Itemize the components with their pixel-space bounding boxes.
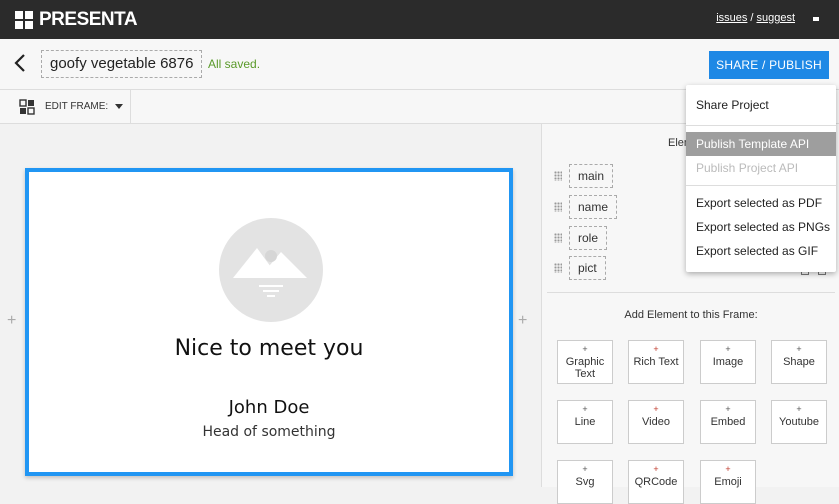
tile-label: Image bbox=[712, 356, 744, 368]
element-row[interactable]: name bbox=[554, 195, 618, 219]
frame-layout-icon[interactable] bbox=[19, 99, 35, 115]
element-row[interactable]: pict bbox=[554, 256, 606, 280]
tile-label: Youtube bbox=[779, 416, 819, 428]
plus-icon: + bbox=[725, 464, 731, 474]
add-graphic-text-button[interactable]: + Graphic Text bbox=[557, 340, 613, 384]
element-row[interactable]: main bbox=[554, 164, 614, 188]
frame-card[interactable]: Nice to meet you John Doe Head of someth… bbox=[25, 168, 513, 476]
menu-separator bbox=[686, 185, 836, 186]
plus-icon: + bbox=[796, 344, 802, 354]
drag-handle-icon[interactable] bbox=[554, 233, 562, 243]
add-rich-text-button[interactable]: + Rich Text bbox=[628, 340, 684, 384]
logo-grid-icon bbox=[15, 11, 33, 29]
add-emoji-button[interactable]: + Emoji bbox=[700, 460, 756, 504]
tile-label: Graphic Text bbox=[565, 356, 605, 380]
canvas-area: + + Nice to meet you John Doe Head of so… bbox=[0, 124, 541, 487]
menu-item-share-project[interactable]: Share Project bbox=[686, 93, 836, 117]
edit-frame-dropdown[interactable]: EDIT FRAME: bbox=[45, 101, 123, 112]
image-placeholder-icon bbox=[233, 248, 307, 297]
top-bar: PRESENTA issues / suggest bbox=[0, 0, 839, 39]
plus-icon: + bbox=[582, 344, 588, 354]
add-frame-before-button[interactable]: + bbox=[7, 312, 16, 330]
tile-label: Rich Text bbox=[633, 356, 679, 368]
picture-placeholder[interactable] bbox=[219, 218, 323, 322]
drag-handle-icon[interactable] bbox=[554, 171, 562, 181]
tile-label: Embed bbox=[710, 416, 746, 428]
plus-icon: + bbox=[653, 404, 659, 414]
menu-item-publish-template-api[interactable]: Publish Template API bbox=[686, 132, 836, 156]
back-arrow-icon[interactable] bbox=[14, 53, 26, 73]
caret-down-icon bbox=[114, 103, 123, 109]
add-shape-button[interactable]: + Shape bbox=[771, 340, 827, 384]
plus-icon: + bbox=[725, 404, 731, 414]
plus-icon: + bbox=[796, 404, 802, 414]
tile-label: Video bbox=[642, 416, 670, 428]
tile-label: Shape bbox=[783, 356, 815, 368]
add-qrcode-button[interactable]: + QRCode bbox=[628, 460, 684, 504]
issues-link[interactable]: issues bbox=[716, 12, 747, 24]
project-header: goofy vegetable 6876 All saved. SHARE / … bbox=[0, 39, 839, 90]
toolbar-divider bbox=[130, 90, 131, 124]
tile-label: Svg bbox=[575, 476, 595, 488]
save-status: All saved. bbox=[208, 57, 261, 71]
add-youtube-button[interactable]: + Youtube bbox=[771, 400, 827, 444]
menu-item-publish-project-api: Publish Project API bbox=[696, 161, 799, 175]
add-image-button[interactable]: + Image bbox=[700, 340, 756, 384]
links-separator: / bbox=[750, 12, 754, 24]
share-publish-button[interactable]: SHARE / PUBLISH bbox=[709, 51, 829, 79]
tile-label: Line bbox=[574, 416, 596, 428]
add-embed-button[interactable]: + Embed bbox=[700, 400, 756, 444]
share-dropdown-menu: Share Project Publish Template API Publi… bbox=[686, 85, 836, 272]
tile-label: Emoji bbox=[714, 476, 742, 488]
menu-item-export-pngs[interactable]: Export selected as PNGs bbox=[686, 215, 836, 239]
plus-icon: + bbox=[582, 404, 588, 414]
card-name[interactable]: John Doe bbox=[29, 397, 509, 418]
plus-icon: + bbox=[725, 344, 731, 354]
menu-item-export-gif[interactable]: Export selected as GIF bbox=[686, 239, 836, 263]
add-frame-after-button[interactable]: + bbox=[518, 312, 527, 330]
element-tag-main[interactable]: main bbox=[569, 164, 614, 188]
add-svg-button[interactable]: + Svg bbox=[557, 460, 613, 504]
element-tag-pict[interactable]: pict bbox=[569, 256, 606, 280]
add-video-button[interactable]: + Video bbox=[628, 400, 684, 444]
panel-divider bbox=[547, 292, 835, 293]
plus-icon: + bbox=[582, 464, 588, 474]
add-element-title: Add Element to this Frame: bbox=[624, 309, 758, 321]
card-role[interactable]: Head of something bbox=[29, 424, 509, 440]
top-links: issues / suggest bbox=[716, 12, 795, 24]
card-heading[interactable]: Nice to meet you bbox=[29, 336, 509, 361]
menu-separator bbox=[686, 125, 836, 126]
logo-text: PRESENTA bbox=[39, 9, 138, 30]
add-line-button[interactable]: + Line bbox=[557, 400, 613, 444]
user-menu-icon[interactable] bbox=[813, 17, 819, 21]
tile-label: QRCode bbox=[634, 476, 678, 488]
presenta-logo[interactable]: PRESENTA bbox=[15, 9, 138, 31]
drag-handle-icon[interactable] bbox=[554, 263, 562, 273]
element-tag-role[interactable]: role bbox=[569, 226, 608, 250]
element-tag-name[interactable]: name bbox=[569, 195, 618, 219]
plus-icon: + bbox=[653, 464, 659, 474]
suggest-link[interactable]: suggest bbox=[756, 12, 795, 24]
edit-frame-label: EDIT FRAME: bbox=[45, 101, 109, 112]
drag-handle-icon[interactable] bbox=[554, 202, 562, 212]
plus-icon: + bbox=[653, 344, 659, 354]
element-row[interactable]: role bbox=[554, 226, 608, 250]
menu-item-export-pdf[interactable]: Export selected as PDF bbox=[686, 191, 836, 215]
project-name-field[interactable]: goofy vegetable 6876 bbox=[41, 50, 203, 78]
